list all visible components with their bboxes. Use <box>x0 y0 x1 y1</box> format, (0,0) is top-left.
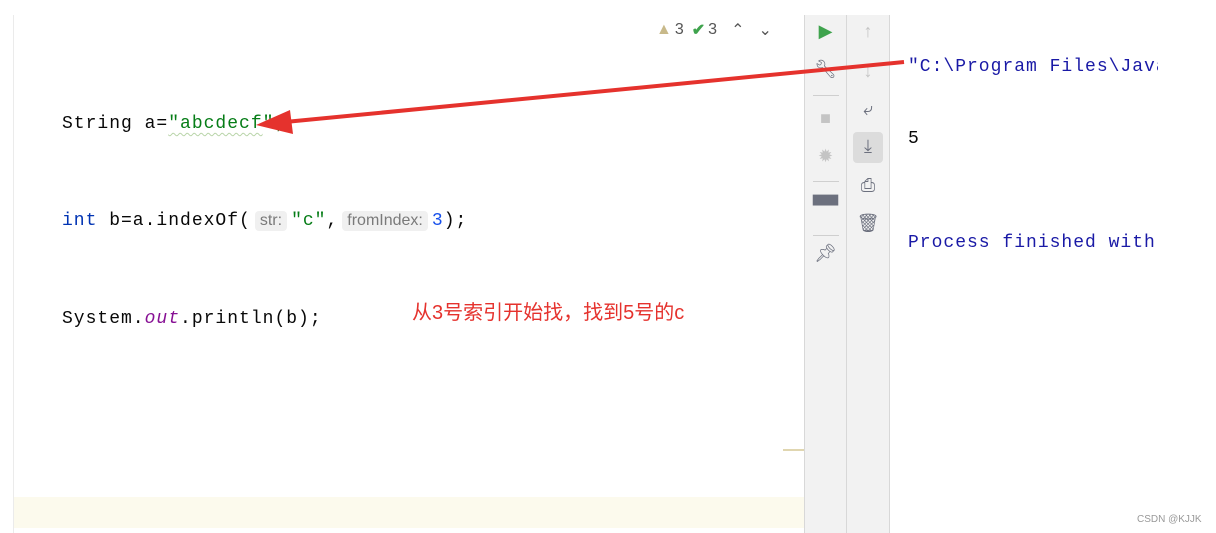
run-toolbar: ▶ 🔧︎ ■ ✹ ▀▀ 📌︎ <box>804 15 846 533</box>
layout-icon[interactable]: ▀▀ <box>805 195 846 216</box>
stop-icon[interactable]: ■ <box>805 108 846 129</box>
code-line-3[interactable]: System.out.println(b); <box>62 309 322 329</box>
next-highlight-icon[interactable]: ⌄ <box>758 20 771 40</box>
console-result: 5 <box>908 129 920 149</box>
typo-check-icon: ✔ <box>691 22 706 39</box>
gutter-divider <box>13 15 14 533</box>
watermark: CSDN @KJJK <box>1137 514 1202 525</box>
down-arrow-icon[interactable]: ↓ <box>847 61 889 82</box>
soft-wrap-icon[interactable]: ⤶ <box>847 99 889 120</box>
wrench-icon[interactable]: 🔧︎ <box>805 59 846 80</box>
param-hint-fromindex: fromIndex: <box>342 211 428 231</box>
console-toolbar: ↑ ↓ ⤶ ⤓ ⎙ 🗑︎ <box>846 15 890 533</box>
previous-highlight-icon[interactable]: ⌃ <box>731 20 744 40</box>
up-arrow-icon[interactable]: ↑ <box>847 21 889 42</box>
console-command: "C:\Program Files\Java <box>908 57 1158 77</box>
console-output[interactable]: "C:\Program Files\Java 5 Process finishe… <box>908 17 1158 273</box>
toolbar-separator <box>813 235 839 236</box>
current-line-highlight <box>14 497 804 528</box>
param-hint-str: str: <box>254 211 288 231</box>
toolbar-separator <box>813 181 839 182</box>
scroll-to-end-button[interactable]: ⤓ <box>853 132 883 163</box>
rerun-icon[interactable]: ▶ <box>805 21 846 42</box>
code-editor[interactable]: ▲ 3 ✔ 3 ⌃ ⌄ String a="abcdecf"; int b=a.in… <box>0 0 804 533</box>
print-icon[interactable]: ⎙ <box>847 175 889 196</box>
typos-indicator[interactable]: ✔ 3 <box>692 20 717 40</box>
pin-icon[interactable]: 📌︎ <box>805 243 846 264</box>
scroll-to-end-icon: ⤓ <box>864 136 872 156</box>
inspection-widget[interactable]: ▲ 3 ✔ 3 ⌃ ⌄ <box>656 20 772 40</box>
warnings-indicator[interactable]: ▲ 3 <box>656 21 684 39</box>
warning-icon: ▲ <box>656 21 672 38</box>
scroll-marker <box>783 449 804 451</box>
trash-icon[interactable]: 🗑︎ <box>847 213 889 234</box>
toolbar-separator <box>813 95 839 96</box>
debug-restart-icon[interactable]: ✹ <box>805 146 846 167</box>
console-finished: Process finished with <box>908 233 1156 253</box>
annotation-text: 从3号索引开始找，找到5号的c <box>412 302 685 324</box>
code-line-1[interactable]: String a="abcdecf"; <box>62 114 286 134</box>
code-line-2[interactable]: int b=a.indexOf(str: "c", fromIndex: 3); <box>62 211 467 231</box>
